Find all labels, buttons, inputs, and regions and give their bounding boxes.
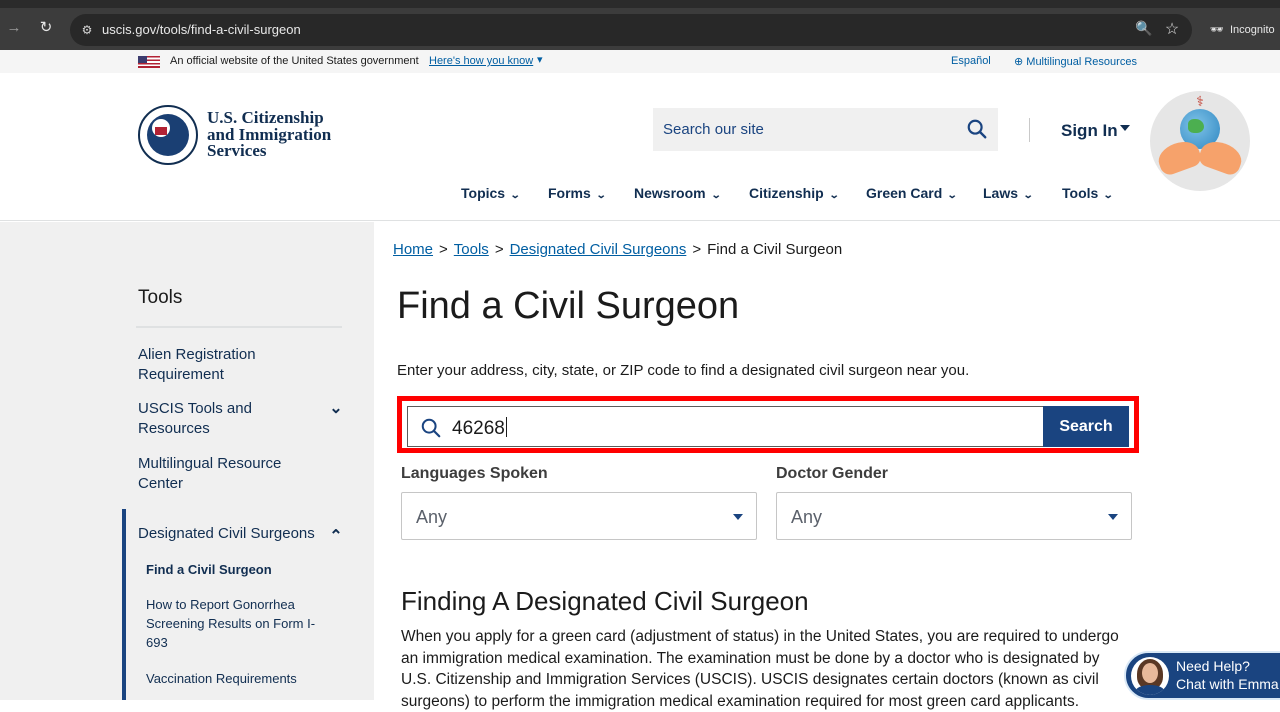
- sign-in-button[interactable]: Sign In: [1061, 121, 1118, 141]
- page-title: Find a Civil Surgeon: [397, 285, 740, 327]
- chevron-down-icon: ⌄: [828, 190, 840, 201]
- breadcrumb-separator: >: [494, 241, 504, 258]
- breadcrumb-separator: >: [692, 241, 702, 258]
- chevron-down-icon: ⌄: [595, 190, 607, 201]
- espanol-link[interactable]: Español: [951, 55, 991, 67]
- location-search-input[interactable]: 46268: [407, 406, 1043, 447]
- chevron-down-icon[interactable]: ⌄: [327, 398, 345, 417]
- sidebar-item-multilingual[interactable]: Multilingual Resource Center: [138, 454, 318, 494]
- gov-banner: An official website of the United States…: [0, 50, 1280, 73]
- section-heading: Finding A Designated Civil Surgeon: [401, 586, 809, 616]
- site-search-placeholder: Search our site: [663, 121, 764, 138]
- breadcrumb: Home > Tools > Designated Civil Surgeons > Fin…: [393, 241, 842, 258]
- chevron-down-icon: ⌄: [1022, 190, 1034, 201]
- globe-icon: ⊕: [1014, 56, 1027, 68]
- search-icon: [421, 418, 441, 438]
- breadcrumb-current: Find a Civil Surgeon: [707, 241, 843, 258]
- chevron-down-icon: ⌄: [1103, 190, 1114, 201]
- zoom-icon[interactable]: 🔍: [1134, 20, 1154, 40]
- incognito-indicator[interactable]: 🕶 Incognito: [1200, 14, 1280, 46]
- reload-icon[interactable]: ↻: [36, 18, 56, 38]
- search-button[interactable]: Search: [1043, 406, 1129, 447]
- nav-citizenship[interactable]: Citizenship ⌄: [749, 185, 840, 201]
- chat-line-2: Chat with Emma: [1176, 676, 1279, 692]
- url-text[interactable]: uscis.gov/tools/find-a-civil-surgeon: [102, 22, 301, 37]
- medical-globe-logo: ⚕: [1150, 91, 1250, 191]
- sidebar-title: Tools: [138, 287, 183, 308]
- text-cursor: [505, 417, 507, 437]
- gender-select[interactable]: Any: [776, 492, 1132, 540]
- back-arrow-icon[interactable]: →: [4, 18, 24, 38]
- chat-line-1: Need Help?: [1176, 658, 1250, 674]
- nav-green-card-label: Green Card: [866, 185, 943, 201]
- highlighted-search-area: 46268 Search: [397, 396, 1139, 453]
- how-you-know-link[interactable]: Here's how you know: [429, 55, 533, 67]
- section-body: When you apply for a green card (adjustm…: [401, 628, 1119, 710]
- sidebar-subitem-vaccination[interactable]: Vaccination Requirements: [146, 669, 316, 688]
- nav-forms-label: Forms: [548, 185, 591, 201]
- nav-green-card[interactable]: Green Card ⌄: [866, 185, 958, 201]
- languages-select-value: Any: [416, 507, 448, 527]
- dropdown-arrow-icon: [1108, 514, 1118, 520]
- sidebar-item-tools-resources[interactable]: USCIS Tools and Resources: [138, 399, 318, 439]
- sidebar-item-alien-registration[interactable]: Alien Registration Requirement: [138, 345, 318, 385]
- chevron-down-icon: ⌄: [946, 190, 958, 201]
- gender-select-value: Any: [791, 507, 823, 527]
- dropdown-arrow-icon: [733, 514, 743, 520]
- nav-topics[interactable]: Topics ⌄: [461, 185, 521, 201]
- sidebar-item-designated-civil-surgeons[interactable]: Designated Civil Surgeons: [138, 524, 328, 544]
- chevron-down-icon: ⌄: [710, 190, 722, 201]
- multilingual-resources-link[interactable]: ⊕ Multilingual Resources: [1014, 55, 1137, 68]
- site-header: U.S. Citizenship and Immigration Service…: [0, 73, 1280, 221]
- chat-widget-button[interactable]: Need Help? Chat with Emma: [1124, 651, 1280, 700]
- header-divider: [1029, 118, 1030, 142]
- sidebar-divider: [136, 326, 342, 328]
- nav-newsroom-label: Newsroom: [634, 185, 706, 201]
- languages-select[interactable]: Any: [401, 492, 757, 540]
- site-search-input[interactable]: Search our site: [653, 108, 998, 151]
- nav-laws[interactable]: Laws ⌄: [983, 185, 1034, 201]
- chevron-down-icon: ⌄: [509, 190, 521, 201]
- emma-avatar: [1131, 657, 1169, 695]
- agency-line-3: Services: [207, 141, 267, 160]
- official-website-text: An official website of the United States…: [170, 55, 419, 67]
- us-flag-icon: [138, 56, 160, 68]
- languages-label: Languages Spoken: [401, 465, 548, 482]
- address-bar[interactable]: ⚙ uscis.gov/tools/find-a-civil-surgeon 🔍…: [70, 14, 1192, 46]
- bookmark-star-icon[interactable]: ☆: [1162, 19, 1182, 39]
- incognito-label: Incognito: [1230, 24, 1275, 36]
- gender-label: Doctor Gender: [776, 465, 889, 482]
- location-search-value: 46268: [452, 418, 505, 439]
- nav-tools[interactable]: Tools ⌄: [1062, 185, 1114, 201]
- breadcrumb-separator: >: [439, 241, 448, 258]
- site-info-icon[interactable]: ⚙: [78, 21, 96, 39]
- sidebar: Tools Alien Registration Requirement USC…: [0, 222, 374, 700]
- nav-tools-label: Tools: [1062, 185, 1099, 201]
- sidebar-active-indicator: [122, 509, 126, 700]
- dhs-seal-logo[interactable]: [138, 105, 198, 165]
- chevron-down-icon[interactable]: ▾: [537, 53, 543, 66]
- agency-name-logo[interactable]: U.S. Citizenship and Immigration Service…: [207, 109, 331, 160]
- search-icon[interactable]: [966, 118, 988, 140]
- chevron-up-icon[interactable]: ⌃: [327, 526, 345, 545]
- intro-text: Enter your address, city, state, or ZIP …: [397, 362, 970, 379]
- sidebar-subitem-find-civil-surgeon[interactable]: Find a Civil Surgeon: [146, 560, 316, 579]
- sign-in-caret-icon[interactable]: [1120, 125, 1130, 131]
- browser-toolbar: → ↻ ⚙ uscis.gov/tools/find-a-civil-surge…: [0, 0, 1280, 50]
- multilingual-label: Multilingual Resources: [1026, 56, 1137, 68]
- nav-topics-label: Topics: [461, 185, 506, 201]
- nav-laws-label: Laws: [983, 185, 1019, 201]
- incognito-icon: 🕶: [1210, 24, 1224, 36]
- nav-forms[interactable]: Forms ⌄: [548, 185, 607, 201]
- breadcrumb-designated[interactable]: Designated Civil Surgeons: [510, 241, 687, 258]
- sidebar-subitem-gonorrhea-reporting[interactable]: How to Report Gonorrhea Screening Result…: [146, 595, 316, 652]
- breadcrumb-home[interactable]: Home: [393, 241, 433, 258]
- nav-citizenship-label: Citizenship: [749, 185, 824, 201]
- nav-newsroom[interactable]: Newsroom ⌄: [634, 185, 722, 201]
- breadcrumb-tools[interactable]: Tools: [454, 241, 489, 258]
